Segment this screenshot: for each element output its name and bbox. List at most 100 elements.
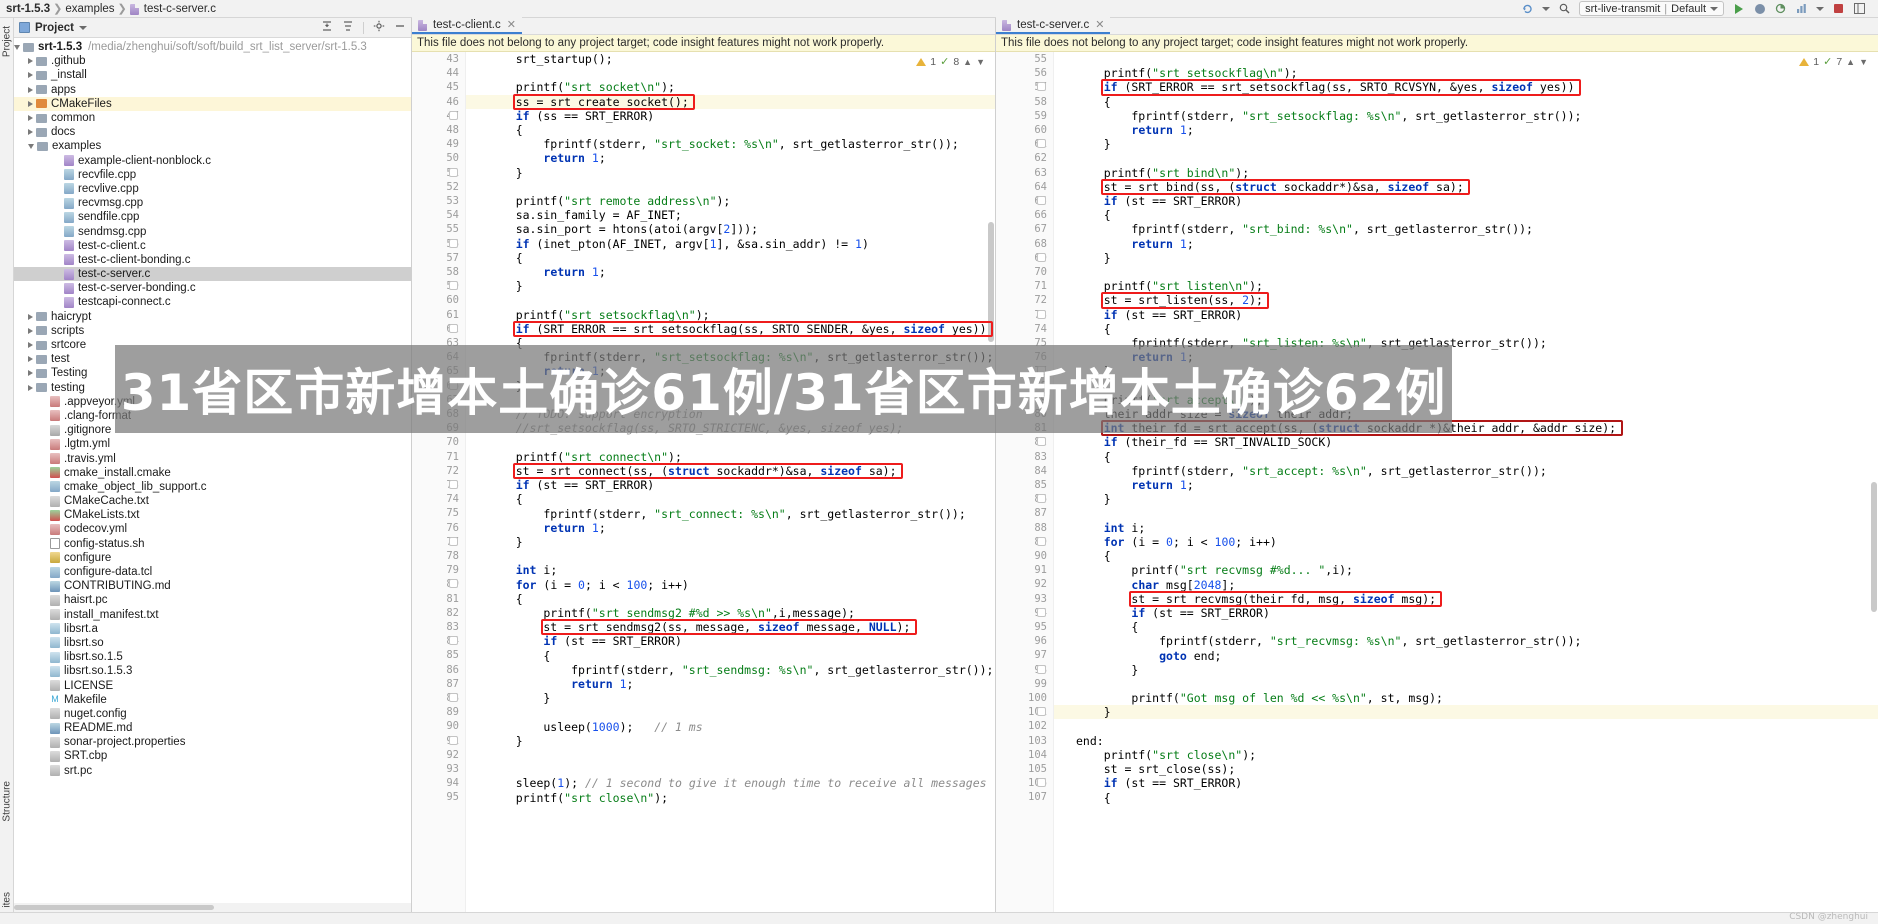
tree-row-.lgtm.yml[interactable]: .lgtm.yml	[14, 437, 411, 451]
tree-row-libsrt.so[interactable]: libsrt.so	[14, 636, 411, 650]
code-folding-marker[interactable]	[449, 238, 458, 248]
profile-chevron-down-icon[interactable]	[1816, 6, 1824, 11]
tree-row-scripts[interactable]: scripts	[14, 324, 411, 338]
chevron-down-icon[interactable]	[14, 44, 20, 50]
code-folding-marker[interactable]	[449, 579, 458, 589]
tree-row-root[interactable]: srt-1.5.3 /media/zhenghui/soft/soft/buil…	[14, 40, 411, 54]
tree-row-libsrt.a[interactable]: libsrt.a	[14, 622, 411, 636]
line-number-gutter-right[interactable]: 5556575859606162636465666768697071727374…	[996, 52, 1054, 912]
code-folding-marker[interactable]	[449, 636, 458, 646]
chevron-right-icon[interactable]	[28, 356, 33, 363]
code-folding-marker[interactable]	[1037, 664, 1046, 674]
project-panel-hscrollbar[interactable]	[14, 903, 411, 912]
tree-row-recvmsg.cpp[interactable]: recvmsg.cpp	[14, 196, 411, 210]
close-icon[interactable]: ✕	[1095, 18, 1104, 31]
tree-row-nuget.config[interactable]: nuget.config	[14, 707, 411, 721]
code-folding-marker[interactable]	[1037, 494, 1046, 504]
tree-row-haisrt.pc[interactable]: haisrt.pc	[14, 593, 411, 607]
tree-row-configure-data.tcl[interactable]: configure-data.tcl	[14, 565, 411, 579]
tool-window-button-favorites[interactable]: ites	[1, 892, 12, 908]
layout-icon[interactable]	[1853, 2, 1866, 15]
tree-row-cmake-object-lib-support.c[interactable]: cmake_object_lib_support.c	[14, 480, 411, 494]
tree-row-testcapi-connect.c[interactable]: testcapi-connect.c	[14, 295, 411, 309]
code-area-right[interactable]: printf("srt setsockflag\n"); if (SRT_ERR…	[1054, 52, 1878, 912]
vcs-update-icon[interactable]	[1521, 2, 1534, 15]
code-folding-marker[interactable]	[1037, 437, 1046, 447]
tree-row-test-c-client.c[interactable]: test-c-client.c	[14, 239, 411, 253]
code-area-left[interactable]: srt_startup(); printf("srt socket\n"); s…	[466, 52, 995, 912]
tree-row-.github[interactable]: .github	[14, 54, 411, 68]
hide-panel-icon[interactable]	[394, 20, 406, 35]
vcs-chevron-down-icon[interactable]	[1542, 6, 1551, 11]
chevron-right-icon[interactable]	[28, 327, 33, 334]
chevron-right-icon[interactable]	[28, 115, 33, 122]
editor-vscroll-thumb-left[interactable]	[988, 222, 994, 342]
tree-row-config-status.sh[interactable]: config-status.sh	[14, 537, 411, 551]
inspection-widget-right[interactable]: 1 ✓ 7 ▲ ▼	[1799, 55, 1868, 68]
chevron-down-icon[interactable]: ▼	[1859, 57, 1868, 67]
code-folding-marker[interactable]	[449, 281, 458, 291]
coverage-button[interactable]	[1774, 2, 1787, 15]
chevron-up-icon[interactable]: ▲	[963, 57, 972, 67]
chevron-right-icon[interactable]	[28, 100, 33, 107]
chevron-right-icon[interactable]	[28, 72, 33, 79]
run-configuration-selector[interactable]: srt-live-transmit | Default	[1579, 1, 1724, 16]
chevron-right-icon[interactable]	[28, 129, 33, 136]
tree-row-contributing.md[interactable]: CONTRIBUTING.md	[14, 579, 411, 593]
code-folding-marker[interactable]	[449, 735, 458, 745]
debug-button[interactable]	[1753, 2, 1766, 15]
tree-row-cmakefiles[interactable]: CMakeFiles	[14, 96, 411, 111]
run-button[interactable]	[1732, 2, 1745, 15]
code-folding-marker[interactable]	[1037, 607, 1046, 617]
code-folding-marker[interactable]	[449, 323, 458, 333]
breadcrumb-file[interactable]: test-c-server.c	[144, 3, 216, 15]
chevron-up-icon[interactable]: ▲	[1846, 57, 1855, 67]
inspection-widget-left[interactable]: 1 ✓ 8 ▲ ▼	[916, 55, 985, 68]
code-folding-marker[interactable]	[1037, 536, 1046, 546]
tree-row-recvlive.cpp[interactable]: recvlive.cpp	[14, 182, 411, 196]
tree-row-cmakelists.txt[interactable]: CMakeLists.txt	[14, 508, 411, 522]
tab-test-c-server[interactable]: test-c-server.c ✕	[996, 17, 1111, 34]
tree-row-recvfile.cpp[interactable]: recvfile.cpp	[14, 168, 411, 182]
tree-row-readme.md[interactable]: README.md	[14, 721, 411, 735]
tree-row-test-c-client-bonding.c[interactable]: test-c-client-bonding.c	[14, 253, 411, 267]
chevron-right-icon[interactable]	[28, 370, 33, 377]
tree-row-example-client-nonblock.c[interactable]: example-client-nonblock.c	[14, 154, 411, 168]
gear-icon[interactable]	[373, 20, 385, 35]
tree-row-license[interactable]: LICENSE	[14, 678, 411, 692]
chevron-right-icon[interactable]	[28, 58, 33, 65]
tree-row-libsrt.so.1.5[interactable]: libsrt.so.1.5	[14, 650, 411, 664]
chevron-down-icon[interactable]: ▼	[976, 57, 985, 67]
line-number-gutter-left[interactable]: 4344454647484950515253545556575859606162…	[412, 52, 466, 912]
tree-row-haicrypt[interactable]: haicrypt	[14, 310, 411, 324]
chevron-right-icon[interactable]	[28, 342, 33, 349]
code-folding-marker[interactable]	[1037, 82, 1046, 92]
editor-body-left[interactable]: 4344454647484950515253545556575859606162…	[412, 52, 995, 912]
tree-row-configure[interactable]: configure	[14, 551, 411, 565]
editor-vscroll-thumb-right[interactable]	[1871, 482, 1877, 612]
tree-row-libsrt.so.1.5.3[interactable]: libsrt.so.1.5.3	[14, 664, 411, 678]
tree-row-sendmsg.cpp[interactable]: sendmsg.cpp	[14, 224, 411, 238]
code-folding-marker[interactable]	[1037, 139, 1046, 149]
tree-row-codecov.yml[interactable]: codecov.yml	[14, 522, 411, 536]
chevron-right-icon[interactable]	[28, 384, 33, 391]
editor-vscrollbar-right[interactable]	[1870, 52, 1878, 912]
tree-row-apps[interactable]: apps	[14, 83, 411, 97]
tree-row-examples[interactable]: examples	[14, 139, 411, 153]
tree-row--install[interactable]: _install	[14, 68, 411, 82]
code-folding-marker[interactable]	[449, 167, 458, 177]
profile-button[interactable]	[1795, 2, 1808, 15]
code-folding-marker[interactable]	[449, 110, 458, 120]
tree-row-install-manifest.txt[interactable]: install_manifest.txt	[14, 608, 411, 622]
stop-button[interactable]	[1832, 2, 1845, 15]
chevron-down-icon[interactable]	[28, 143, 34, 149]
project-file-tree[interactable]: srt-1.5.3 /media/zhenghui/soft/soft/buil…	[14, 38, 411, 903]
breadcrumb-folder[interactable]: examples	[65, 3, 114, 15]
code-folding-marker[interactable]	[1037, 707, 1046, 717]
expand-all-icon[interactable]	[342, 20, 354, 35]
tree-row-sonar-project.properties[interactable]: sonar-project.properties	[14, 735, 411, 749]
collapse-all-icon[interactable]	[321, 20, 333, 35]
tree-row-common[interactable]: common	[14, 111, 411, 125]
tab-test-c-client[interactable]: test-c-client.c ✕	[412, 17, 522, 34]
code-folding-marker[interactable]	[449, 480, 458, 489]
